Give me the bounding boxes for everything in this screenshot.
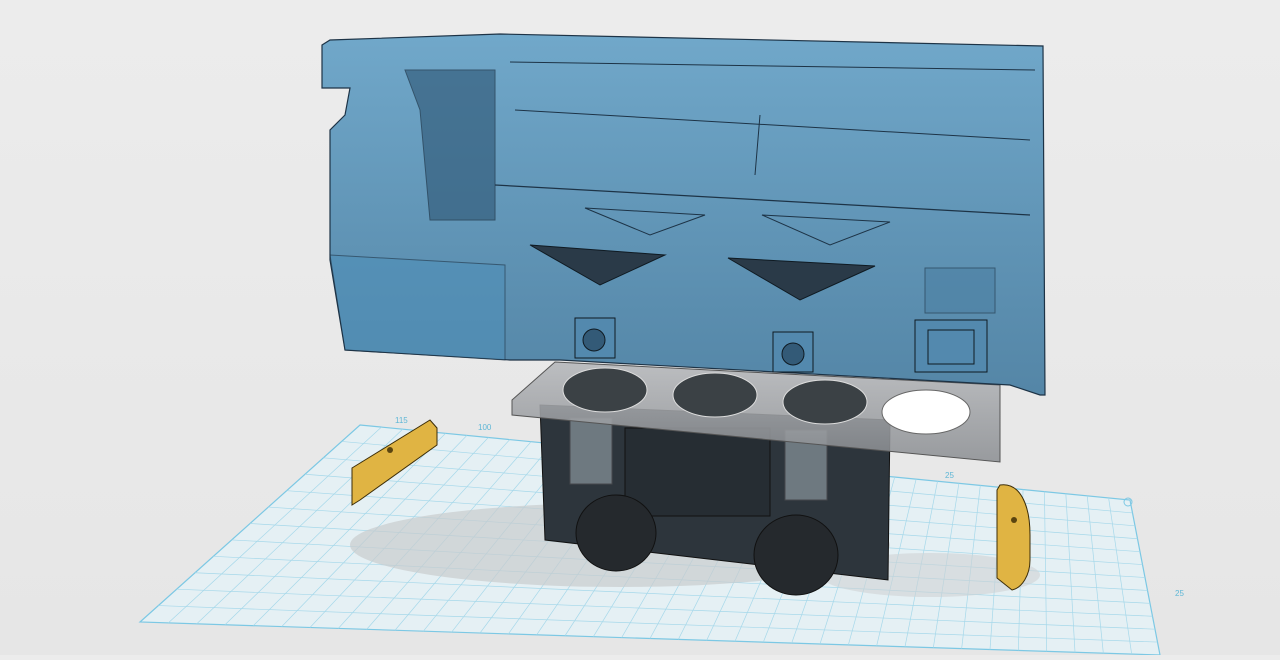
wheel-left[interactable] bbox=[575, 494, 657, 572]
grid-label-100: 100 bbox=[478, 423, 492, 432]
wheel-right[interactable] bbox=[753, 514, 839, 596]
connector-block bbox=[914, 267, 996, 373]
scene-canvas[interactable]: 115 100 25 25 bbox=[0, 0, 1280, 656]
socket-left bbox=[574, 317, 616, 359]
grid-label-25-top: 25 bbox=[945, 471, 954, 480]
3d-viewport[interactable]: 115 100 25 25 bbox=[0, 0, 1280, 656]
body-shell[interactable] bbox=[321, 33, 1046, 396]
socket-right bbox=[772, 331, 814, 373]
grid-label-25-right: 25 bbox=[1175, 589, 1184, 598]
grid-label-115: 115 bbox=[395, 416, 408, 425]
